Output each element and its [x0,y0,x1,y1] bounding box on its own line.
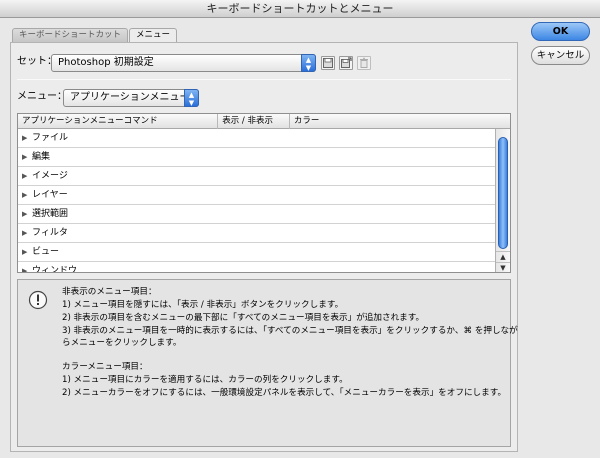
hidden-items-title: 非表示のメニュー項目： [62,287,157,297]
scroll-down-icon[interactable]: ▼ [496,262,510,272]
tab-bar: キーボードショートカット メニュー [12,28,178,42]
disclosure-triangle-icon[interactable]: ▶ [22,148,27,166]
menu-for-label: メニュー： [17,91,67,102]
scroll-up-icon[interactable]: ▲ [496,251,510,262]
disclosure-triangle-icon[interactable]: ▶ [22,129,27,147]
delete-set-button[interactable] [357,56,371,70]
table-row[interactable]: ▶ 編集 [18,148,496,167]
set-select[interactable]: Photoshop 初期設定 ▲ ▼ [51,54,316,72]
table-row[interactable]: ▶ ウィンドウ [18,262,496,273]
row-label: レイヤー [32,190,68,200]
row-label: ビュー [32,247,60,257]
disclosure-triangle-icon[interactable]: ▶ [22,167,27,185]
row-label: イメージ [32,171,68,181]
row-label: ファイル [32,133,69,143]
scrollbar-thumb[interactable] [498,137,508,249]
cancel-button[interactable]: キャンセル [531,46,590,65]
hidden-items-line-3a: 3) 非表示のメニュー項目を一時的に表示するには、「すべてのメニュー項目を表示」… [62,326,518,336]
menu-commands-table: アプリケーションメニューコマンド 表示 / 非表示 カラー ▶ ファイル ▶ 編集 … [17,113,511,273]
row-label: ウィンドウ [32,266,78,273]
disclosure-triangle-icon[interactable]: ▶ [22,205,27,223]
hidden-items-line-1: 1) メニュー項目を隠すには、「表示 / 非表示」ボタンをクリックします。 [62,300,344,310]
row-label: 編集 [32,152,51,162]
color-items-line-1: 1) メニュー項目にカラーを適用するには、カラーの列をクリックします。 [62,375,348,385]
table-row[interactable]: ▶ ビュー [18,243,496,262]
menus-panel: セット： Photoshop 初期設定 ▲ ▼ メニュー： アプリケーションメニュ… [10,42,518,452]
vertical-scrollbar[interactable]: ▲ ▼ [495,129,510,272]
popup-arrows-icon: ▲ ▼ [301,54,316,72]
trash-icon [360,57,368,68]
popup-arrows-icon: ▲ ▼ [184,89,199,107]
table-row[interactable]: ▶ フィルタ [18,224,496,243]
window-title: キーボードショートカットとメニュー [0,0,600,18]
tab-menus[interactable]: メニュー [129,28,178,42]
hidden-items-line-3b: らメニューをクリックします。 [62,338,182,348]
table-row[interactable]: ▶ イメージ [18,167,496,186]
alert-icon [28,290,48,310]
column-header-visibility[interactable]: 表示 / 非表示 [218,114,290,129]
color-items-line-2: 2) メニューカラーをオフにするには、一般環境設定パネルを表示して、「メニューカ… [62,388,507,398]
table-row[interactable]: ▶ レイヤー [18,186,496,205]
save-as-icon [341,57,352,68]
table-row[interactable]: ▶ ファイル [18,129,496,148]
set-select-value: Photoshop 初期設定 [58,57,154,68]
save-icon [323,58,333,68]
disclosure-triangle-icon[interactable]: ▶ [22,243,27,261]
disclosure-triangle-icon[interactable]: ▶ [22,262,27,272]
table-rows: ▶ ファイル ▶ 編集 ▶ イメージ ▶ レイヤー ▶ 選択範囲 ▶ フィルタ ▶ ビュー ▶… [18,129,496,273]
row-label: 選択範囲 [32,209,69,219]
color-items-title: カラーメニュー項目： [62,362,148,372]
column-header-command[interactable]: アプリケーションメニューコマンド [18,114,219,129]
ok-button[interactable]: OK [531,22,590,41]
disclosure-triangle-icon[interactable]: ▶ [22,224,27,242]
save-set-as-button[interactable] [339,56,353,70]
tab-keyboard-shortcuts[interactable]: キーボードショートカット [12,28,129,42]
table-row[interactable]: ▶ 選択範囲 [18,205,496,224]
disclosure-triangle-icon[interactable]: ▶ [22,186,27,204]
separator [17,79,511,80]
menu-for-select[interactable]: アプリケーションメニュー ▲ ▼ [63,89,199,107]
menu-for-select-value: アプリケーションメニュー [70,92,190,103]
info-box: 非表示のメニュー項目： 1) メニュー項目を隠すには、「表示 / 非表示」ボタン… [17,279,518,447]
column-header-color[interactable]: カラー [290,114,510,129]
save-set-button[interactable] [321,56,335,70]
hidden-items-line-2: 2) 非表示の項目を含むメニューの最下部に「すべてのメニュー項目を表示」が追加さ… [62,313,425,323]
table-header: アプリケーションメニューコマンド 表示 / 非表示 カラー [18,114,510,129]
row-label: フィルタ [32,228,68,238]
